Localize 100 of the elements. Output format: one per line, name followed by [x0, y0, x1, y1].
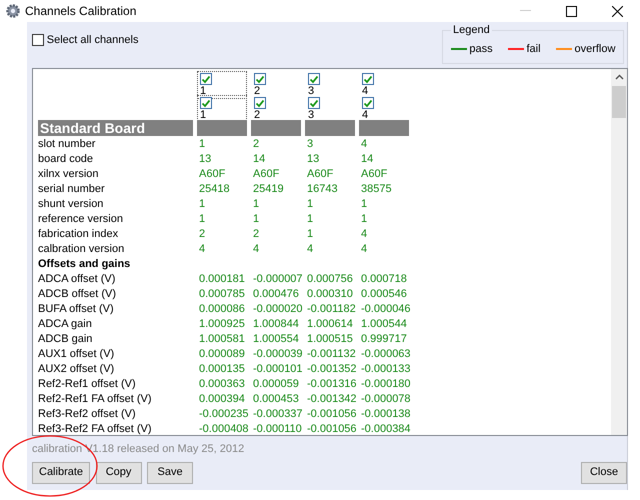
- table-cell-text: 2: [252, 227, 260, 242]
- row-label: fabrication index: [38, 227, 120, 242]
- table-cell-text: -0.000133: [360, 362, 409, 377]
- table-cell-text: 25418: [198, 182, 231, 197]
- table-cell-text: -0.001316: [306, 377, 355, 392]
- table-cell-text: 1.000554: [252, 332, 300, 347]
- row-label: AUX2 offset (V): [38, 362, 116, 377]
- table-cell-text: -0.000007: [252, 272, 301, 287]
- table-cell-text: 14: [360, 152, 374, 167]
- table-cell-text: -0.001132: [306, 347, 355, 362]
- channel-checkbox[interactable]: [254, 97, 266, 109]
- table-cell-text: 1: [306, 197, 314, 212]
- table-cell-text: 1.000925: [198, 317, 246, 332]
- row-label: calbration version: [38, 242, 126, 257]
- row-label: board code: [38, 152, 94, 167]
- table-cell-text: 4: [198, 242, 206, 257]
- row-label: ADCB offset (V): [38, 287, 118, 302]
- table-cell-text: -0.001056: [306, 422, 355, 435]
- table-cell-text: 25419: [252, 182, 285, 197]
- table-cell-text: 1: [252, 212, 260, 227]
- table-cell-text: 16743: [306, 182, 339, 197]
- channel-number: 1: [200, 110, 206, 121]
- table-cell-text: -0.000180: [360, 377, 409, 392]
- row-label: reference version: [38, 212, 124, 227]
- dialog-button[interactable]: Save: [147, 462, 194, 484]
- table-cell-text: 1.000581: [198, 332, 246, 347]
- legend-title: Legend: [451, 24, 492, 36]
- table-cell-text: 0.000756: [306, 272, 354, 287]
- channel-checkbox[interactable]: [308, 73, 320, 85]
- window-title: Channels Calibration: [25, 3, 136, 20]
- row-label: Ref3-Ref2 FA offset (V): [38, 422, 153, 435]
- channel-number: 2: [254, 110, 260, 121]
- table-cell-text: 0.000181: [198, 272, 246, 287]
- table-cell-text: -0.000110: [252, 422, 301, 435]
- dialog-button[interactable]: Calibrate: [32, 462, 90, 484]
- channel-number: 1: [200, 86, 206, 97]
- table-cell-text: -0.001056: [306, 407, 355, 422]
- table-cell-text: 0.000135: [198, 362, 246, 377]
- checkbox-label[interactable]: Select all channels: [46, 32, 138, 48]
- table-cell-text: 0.000310: [306, 287, 354, 302]
- channel-number: 3: [308, 86, 314, 97]
- table-cell-text: 0.000476: [252, 287, 300, 302]
- table-cell-text: 4: [360, 137, 368, 152]
- table-cell-text: 4: [252, 242, 260, 257]
- row-label: slot number: [38, 137, 96, 152]
- table-cell-text: -0.000020: [252, 302, 301, 317]
- table-cell-text: 13: [306, 152, 320, 167]
- table-cell-text: -0.000063: [360, 347, 409, 362]
- table-cell-text: -0.000046: [360, 302, 409, 317]
- scroll-thumb[interactable]: [612, 86, 626, 118]
- table-cell-text: 1: [360, 197, 368, 212]
- table-cell-text: -0.000384: [360, 422, 409, 435]
- row-label: Ref2-Ref1 FA offset (V): [38, 392, 153, 407]
- table-cell-text: 1: [306, 227, 314, 242]
- checkbox[interactable]: [32, 34, 44, 46]
- close-icon[interactable]: [612, 6, 622, 16]
- table-cell-text: -0.001352: [306, 362, 355, 377]
- row-label: ADCA offset (V): [38, 272, 116, 287]
- dialog-button[interactable]: Close: [581, 462, 627, 484]
- channel-number: 2: [254, 86, 260, 97]
- table-cell-text: A60F: [198, 167, 226, 182]
- dialog-button[interactable]: Copy: [96, 462, 142, 484]
- table-cell-text: 1: [360, 212, 368, 227]
- table-cell-text: 1: [198, 137, 206, 152]
- table-cell-text: 38575: [360, 182, 393, 197]
- channel-checkbox[interactable]: [200, 73, 212, 85]
- table-cell-text: -0.001342: [306, 392, 355, 407]
- table-cell-text: A60F: [306, 167, 334, 182]
- table-cell-text: 0.000059: [252, 377, 300, 392]
- scrollbar[interactable]: [611, 69, 627, 435]
- banner-cell: [305, 120, 355, 136]
- table-cell-text: 0.000089: [198, 347, 246, 362]
- scroll-up-icon[interactable]: [614, 74, 624, 80]
- table-cell-text: 4: [360, 242, 368, 257]
- table-cell-text: 13: [198, 152, 212, 167]
- channel-checkbox[interactable]: [308, 97, 320, 109]
- table-cell-text: -0.000235: [198, 407, 247, 422]
- channel-checkbox[interactable]: [254, 73, 266, 85]
- table-cell-text: -0.000337: [252, 407, 301, 422]
- table-cell-text: -0.001182: [306, 302, 355, 317]
- maximize-icon[interactable]: [566, 6, 576, 16]
- banner-cell: [197, 120, 247, 136]
- table-cell-text: 4: [306, 242, 314, 257]
- channel-checkbox[interactable]: [200, 97, 212, 109]
- channel-number: 3: [308, 110, 314, 121]
- row-label: xilnx version: [38, 167, 100, 182]
- table-cell-text: -0.000078: [360, 392, 409, 407]
- table-cell-text: -0.000138: [360, 407, 409, 422]
- table-cell-text: 1.000515: [306, 332, 354, 347]
- table-cell-text: A60F: [252, 167, 280, 182]
- table-cell-text: 1.000844: [252, 317, 300, 332]
- banner-cell: [359, 120, 409, 136]
- table-cell-text: -0.000101: [252, 362, 301, 377]
- table-cell-text: 0.000718: [360, 272, 408, 287]
- row-label: BUFA offset (V): [38, 302, 115, 317]
- legend-label: fail: [526, 42, 541, 57]
- gear-icon: [6, 4, 20, 18]
- channel-checkbox[interactable]: [362, 97, 374, 109]
- channel-checkbox[interactable]: [362, 73, 374, 85]
- table-cell-text: 0.000785: [198, 287, 246, 302]
